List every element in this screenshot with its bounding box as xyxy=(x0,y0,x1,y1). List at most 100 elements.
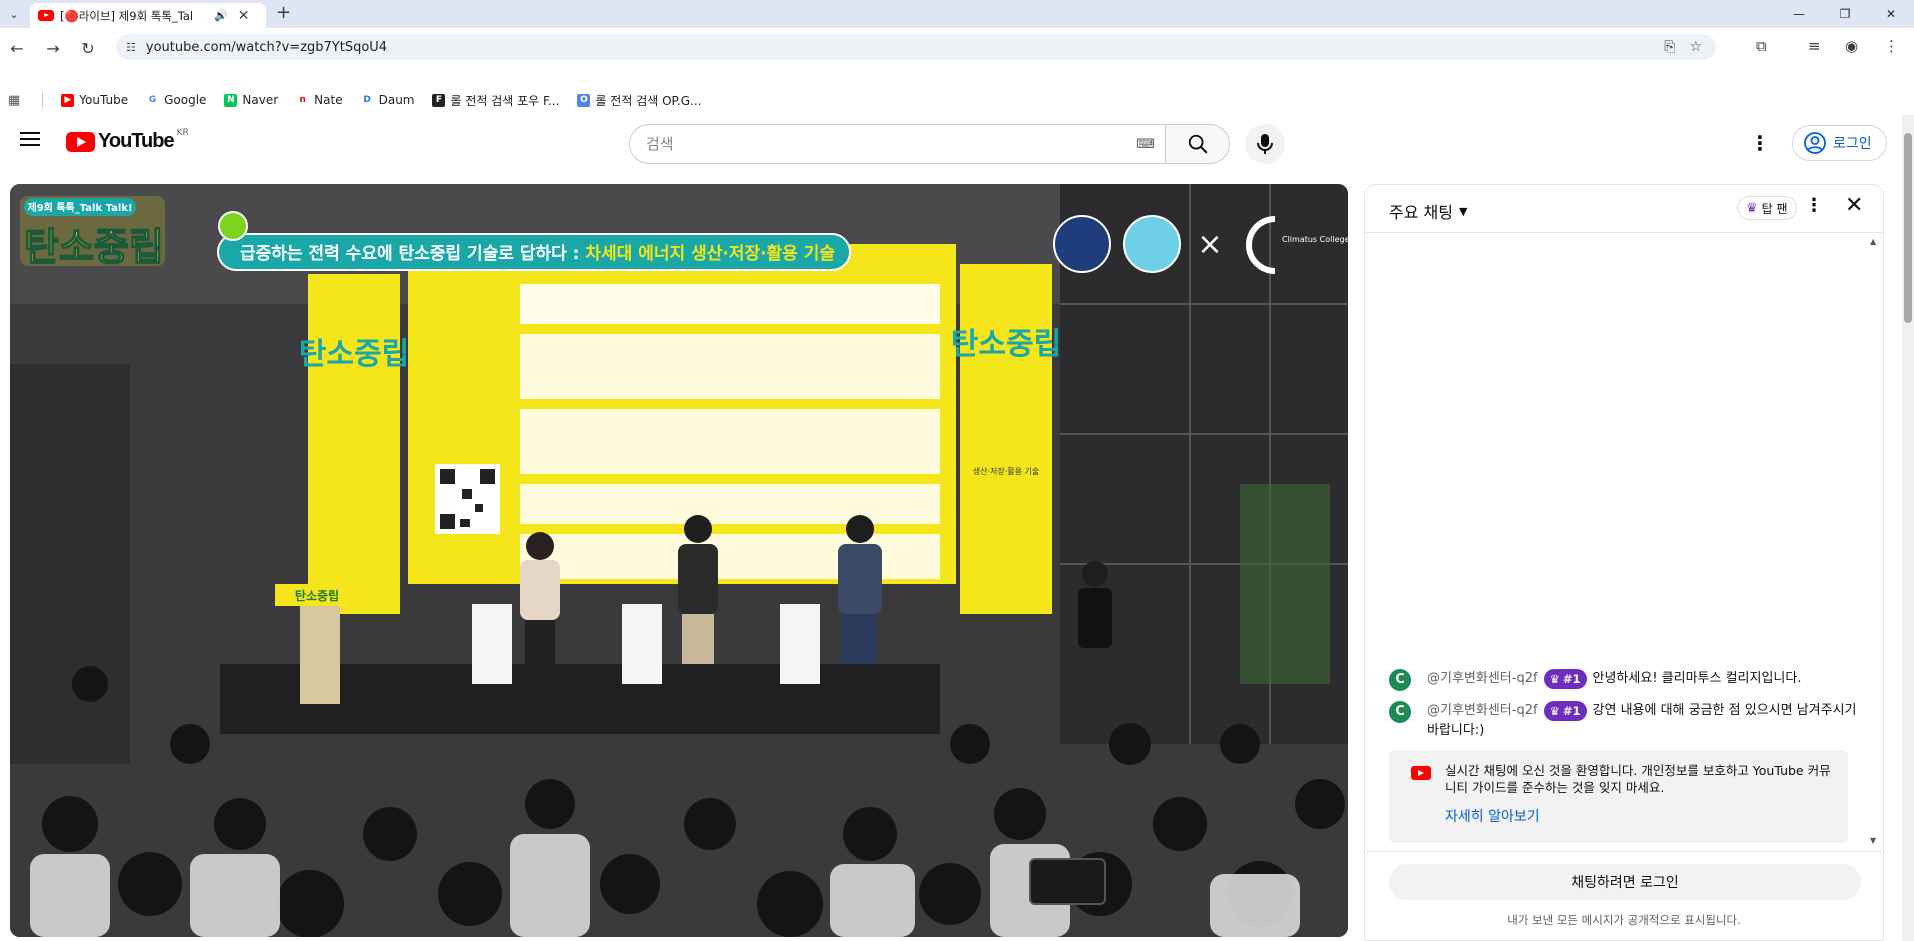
chat-footer: 채팅하려면 로그인 내가 보낸 모든 메시지가 공개적으로 표시됩니다. xyxy=(1365,851,1883,941)
tab-close-icon[interactable]: ✕ xyxy=(238,8,250,24)
chat-message: C @기후변화센터-q2f ♛ #1 강연 내용에 대해 궁금한 점 있으시면 남겨주… xyxy=(1389,701,1859,741)
address-bar[interactable]: ☷ youtube.com/watch?v=zgb7YtSqoU4 ⎘ ☆ xyxy=(116,34,1716,60)
back-arrow-icon[interactable]: ← xyxy=(6,37,28,59)
top-fan-button[interactable]: ♛ 탑 팬 xyxy=(1737,196,1797,220)
fow-icon: F xyxy=(432,93,446,107)
page-scrollbar[interactable] xyxy=(1902,115,1914,941)
avatar[interactable]: C xyxy=(1389,701,1411,723)
top-fan-badge: ♛ #1 xyxy=(1543,701,1587,721)
logo-text: YouTube xyxy=(98,130,175,152)
youtube-icon xyxy=(1411,766,1431,780)
event-badge-text: 제9회 톡톡_Talk Talk! xyxy=(28,201,133,214)
bookmark-label: YouTube xyxy=(79,93,129,107)
keyboard-icon[interactable]: ⌨ xyxy=(1136,137,1155,152)
apps-grid-icon[interactable]: ▦ xyxy=(8,93,20,108)
chat-scroll-up-icon[interactable]: ▲ xyxy=(1870,237,1876,246)
search-input[interactable] xyxy=(646,135,1086,153)
profile-icon[interactable]: ◉ xyxy=(1845,37,1858,55)
chat-author[interactable]: @기후변화센터-q2f xyxy=(1427,703,1538,718)
browser-tabstrip: ⌄ [🔴라이브] 제9회 톡톡_Tal 🔊 ✕ + — ❐ ✕ xyxy=(0,0,1914,28)
bookmark-label: Google xyxy=(164,93,207,107)
bookmarks-bar: ▦ ▶ YouTube G Google N Naver n Nate D Da… xyxy=(0,86,701,114)
bookmark-label: 롤 전적 검색 OP.G... xyxy=(595,93,702,108)
podium-label: 탄소중립 xyxy=(295,588,339,603)
chat-welcome-banner: 실시간 채팅에 오신 것을 환영합니다. 개인정보를 보호하고 YouTube … xyxy=(1389,750,1848,843)
bookmark-daum[interactable]: D Daum xyxy=(360,93,415,107)
voice-search-button[interactable] xyxy=(1245,124,1285,164)
browser-tab-active[interactable]: [🔴라이브] 제9회 톡톡_Tal 🔊 ✕ xyxy=(30,3,266,28)
crown-icon: ♛ xyxy=(1549,704,1560,718)
youtube-icon: ▶ xyxy=(61,93,75,107)
chat-title: 주요 채팅 xyxy=(1389,203,1453,222)
search-button[interactable] xyxy=(1166,124,1230,164)
chat-more-icon[interactable]: ⋮ xyxy=(1805,195,1823,216)
hamburger-menu-icon[interactable] xyxy=(20,132,40,146)
badge-text: #1 xyxy=(1562,672,1581,686)
google-icon: G xyxy=(146,93,160,107)
top-fan-label: 탑 팬 xyxy=(1761,201,1788,216)
video-player[interactable]: 탄소중립 탄소중립 생산·저장·활용 기술 탄소중립 제9회 톡톡_Talk T… xyxy=(10,184,1348,937)
avatar[interactable]: C xyxy=(1389,669,1411,691)
browser-menu-icon[interactable]: ⋮ xyxy=(1884,37,1899,55)
bookmark-label: 롤 전적 검색 포우 F... xyxy=(450,93,560,108)
speaker-icon[interactable]: 🔊 xyxy=(214,9,228,22)
tab-title: [🔴라이브] 제9회 톡톡_Tal xyxy=(60,8,194,23)
chat-header: 주요 채팅 ▼ ♛ 탑 팬 ⋮ ✕ xyxy=(1365,185,1883,233)
naver-icon: N xyxy=(224,93,238,107)
opgg-icon: O xyxy=(577,93,591,107)
bookmark-star-icon[interactable]: ☆ xyxy=(1689,39,1702,55)
sign-in-label: 로그인 xyxy=(1833,136,1872,152)
chat-author[interactable]: @기후변화센터-q2f xyxy=(1427,671,1538,686)
bookmark-label: Daum xyxy=(378,93,415,107)
crown-icon: ♛ xyxy=(1746,200,1758,216)
learn-more-link[interactable]: 자세히 알아보기 xyxy=(1445,809,1834,826)
chat-sign-in-button[interactable]: 채팅하려면 로그인 xyxy=(1389,864,1861,900)
youtube-logo[interactable]: YouTube KR xyxy=(66,128,189,153)
extensions-puzzle-icon[interactable]: ⧉ xyxy=(1756,37,1767,55)
reload-icon[interactable]: ↻ xyxy=(77,37,99,59)
minimize-icon[interactable]: — xyxy=(1776,0,1822,28)
bookmark-opgg[interactable]: O 롤 전적 검색 OP.G... xyxy=(577,92,701,109)
chat-message: C @기후변화센터-q2f ♛ #1 안녕하세요! 클리마투스 컬리지입니다. xyxy=(1389,669,1859,691)
site-info-icon[interactable]: ☷ xyxy=(126,41,136,54)
media-controls-icon[interactable]: ≡ xyxy=(1808,37,1821,55)
chat-mode-dropdown[interactable]: 주요 채팅 ▼ xyxy=(1389,199,1467,223)
window-close-icon[interactable]: ✕ xyxy=(1868,0,1914,28)
restore-icon[interactable]: ❐ xyxy=(1822,0,1868,28)
bookmark-label: Nate xyxy=(314,93,343,107)
chat-close-icon[interactable]: ✕ xyxy=(1845,193,1863,218)
bookmark-naver[interactable]: N Naver xyxy=(224,93,278,107)
phone-in-audience xyxy=(1029,858,1106,905)
bookmark-google[interactable]: G Google xyxy=(146,93,206,107)
tab-search-chevron-icon[interactable]: ⌄ xyxy=(4,4,24,24)
browser-toolbar: ← → ↻ ☷ youtube.com/watch?v=zgb7YtSqoU4 … xyxy=(0,28,1914,108)
video-frame: 탄소중립 탄소중립 생산·저장·활용 기술 탄소중립 제9회 톡톡_Talk T… xyxy=(10,184,1348,937)
new-tab-plus-icon[interactable]: + xyxy=(276,2,291,23)
crown-icon: ♛ xyxy=(1549,672,1560,686)
daum-icon: D xyxy=(360,93,374,107)
chevron-down-icon: ▼ xyxy=(1458,204,1468,218)
url-text: youtube.com/watch?v=zgb7YtSqoU4 xyxy=(145,39,388,55)
partner-text: Climatus College xyxy=(1282,235,1348,244)
plant xyxy=(1240,484,1330,684)
search-box: ⌨ xyxy=(629,124,1166,164)
coss-logo-icon xyxy=(1123,215,1181,273)
settings-more-icon[interactable]: ⋮ xyxy=(1750,131,1770,155)
event-logo-text: 탄소중립 xyxy=(24,225,164,269)
headline-text: 급증하는 전력 수요에 탄소중립 기술로 답하다 : 차세대 에너지 생산·저장… xyxy=(240,243,835,264)
page-scroll-thumb[interactable] xyxy=(1904,133,1912,323)
side-banner-left xyxy=(308,274,400,614)
install-app-icon[interactable]: ⎘ xyxy=(1664,39,1675,55)
university-seal-icon xyxy=(1053,215,1111,273)
bookmark-fow[interactable]: F 롤 전적 검색 포우 F... xyxy=(432,92,559,109)
chat-scroll-down-icon[interactable]: ▼ xyxy=(1870,836,1876,845)
banner-right-subtext: 생산·저장·활용 기술 xyxy=(973,466,1040,476)
forward-arrow-icon[interactable]: → xyxy=(42,37,64,59)
top-fan-badge: ♛ #1 xyxy=(1543,669,1587,689)
sign-in-button[interactable]: 로그인 xyxy=(1792,125,1887,161)
youtube-favicon-icon xyxy=(38,10,54,21)
bookmark-youtube[interactable]: ▶ YouTube xyxy=(61,93,128,107)
bookmark-nate[interactable]: n Nate xyxy=(296,93,343,107)
youtube-play-logo-icon xyxy=(66,131,95,152)
microphone-icon xyxy=(1257,134,1273,154)
